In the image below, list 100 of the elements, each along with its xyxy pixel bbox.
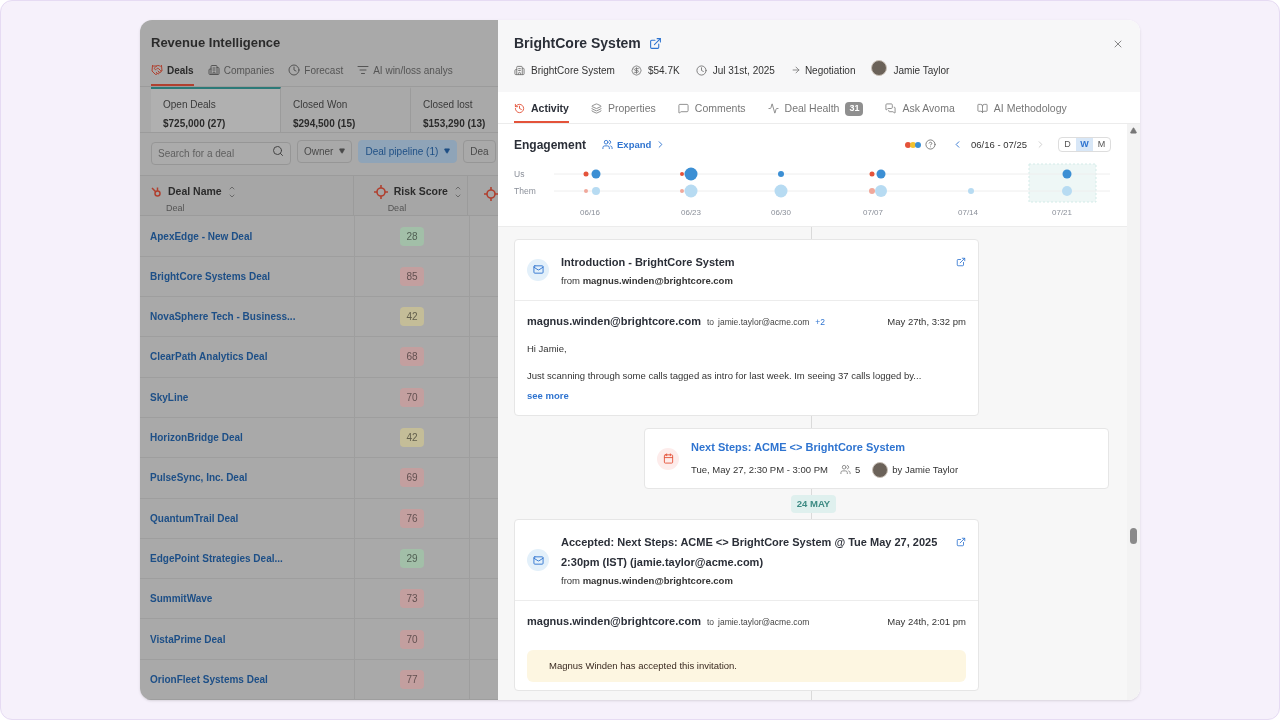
target-icon (484, 186, 498, 201)
period-toggle[interactable]: D (1059, 138, 1076, 152)
period-toggle[interactable]: M (1093, 138, 1110, 152)
email-from: from magnus.winden@brightcore.com (561, 273, 734, 288)
date-label: 06/30 (771, 207, 791, 217)
tab-icon (151, 64, 163, 76)
stat-value: $294,500 (15) (293, 116, 357, 131)
deal-link[interactable]: BrightCore Systems Deal (150, 268, 271, 284)
deal-link[interactable]: EdgePoint Strategies Deal... (150, 550, 283, 566)
stat-label: Closed Won (293, 97, 349, 112)
column-subtitle: Deal (165, 201, 186, 215)
filter-dropdown[interactable]: Deal pipeline (1) (358, 139, 458, 163)
tab-icon (767, 103, 779, 115)
email-time: May 27th, 3:32 pm (887, 315, 966, 329)
date-label: 07/07 (863, 207, 883, 217)
email-text: Hi Jamie, (527, 341, 568, 356)
open-external-icon[interactable] (648, 37, 662, 50)
panel-tab[interactable]: Deal Health 31 (767, 101, 864, 123)
risk-score: 69 (400, 468, 424, 488)
app-title: Revenue Intelligence (150, 34, 282, 52)
search-icon (272, 144, 284, 157)
deal-link[interactable]: ClearPath Analytics Deal (150, 349, 268, 365)
panel-tab[interactable]: Ask Avoma (885, 101, 955, 123)
more-recipients[interactable]: +2 (815, 316, 825, 329)
nav-tab[interactable]: AI win/loss analys (357, 62, 453, 86)
risk-score: 29 (400, 548, 424, 568)
tab-icon (357, 64, 370, 76)
deal-link[interactable]: ApexEdge - New Deal (150, 228, 253, 244)
panel-tab[interactable]: Properties (590, 101, 656, 123)
expand-button[interactable]: Expand (602, 137, 667, 152)
close-date: Jul 31st, 2025 (712, 63, 775, 78)
hub-icon (150, 185, 162, 198)
tab-icon (976, 103, 988, 115)
target-icon (373, 184, 388, 199)
meeting-time: Tue, May 27, 2:30 PM - 3:00 PM (691, 462, 828, 477)
see-more-link[interactable]: see more (527, 389, 966, 404)
date-label: 06/23 (681, 207, 701, 217)
period-toggle[interactable]: W (1076, 138, 1093, 152)
deal-link[interactable]: SummitWave (150, 591, 213, 607)
stat-card[interactable]: Open Deals $725,000 (27) (151, 86, 281, 132)
section-title: Engagement (514, 136, 586, 154)
email-subject: Accepted: Next Steps: ACME <> BrightCore System @ Tue May 27, 2025 2:30pm (IST) (jamie.taylor@acme.com) (561, 535, 939, 570)
meeting-title[interactable]: Next Steps: ACME <> BrightCore System (691, 439, 959, 456)
open-external-icon[interactable] (956, 537, 966, 547)
panel-tab[interactable]: Comments (677, 101, 746, 123)
deal-link[interactable]: OrionFleet Systems Deal (150, 671, 268, 687)
deal-link[interactable]: PulseSync, Inc. Deal (150, 470, 248, 486)
tab-icon (514, 103, 525, 115)
sender-address: magnus.winden@brightcore.com (527, 314, 701, 329)
avatar (872, 461, 889, 478)
date-label: 06/16 (580, 207, 600, 217)
date-label: 07/21 (1052, 207, 1072, 217)
attendee-count: 5 (854, 462, 861, 477)
scroll-thumb[interactable] (1130, 527, 1137, 544)
people-icon (602, 139, 613, 151)
recipient-address: jamie.taylor@acme.com (718, 316, 810, 329)
search-field[interactable]: Search for a deal (151, 141, 291, 165)
mail-icon (527, 549, 549, 572)
deal-stage: Negotiation (804, 63, 856, 78)
risk-score: 76 (400, 508, 424, 528)
to-label: to (706, 316, 714, 329)
stat-label: Closed lost (423, 97, 474, 112)
building-icon (514, 64, 525, 76)
deal-link[interactable]: SkyLine (150, 389, 189, 405)
email-time: May 24th, 2:01 pm (887, 615, 966, 630)
stat-card[interactable]: Closed Won $294,500 (15) (281, 86, 411, 132)
open-external-icon[interactable] (956, 256, 966, 267)
panel-tab[interactable]: AI Methodology (976, 101, 1067, 123)
email-subject: Introduction - BrightCore System (561, 254, 735, 270)
filter-dropdown[interactable]: Dea (463, 139, 496, 163)
nav-tab[interactable]: Forecast (288, 62, 344, 86)
deal-amount: $54.7K (647, 63, 680, 78)
row-label: Them (514, 185, 536, 196)
count-badge: 31 (845, 102, 864, 116)
deal-link[interactable]: QuantumTrail Deal (150, 510, 239, 526)
deal-title: BrightCore System (514, 34, 641, 53)
clock-icon (695, 64, 707, 76)
risk-score: 42 (400, 307, 424, 327)
column-title: Risk Score (393, 184, 448, 200)
risk-score: 73 (400, 589, 424, 609)
panel-tab[interactable]: Activity (514, 101, 569, 123)
nav-tab[interactable]: Companies (207, 62, 275, 86)
deal-link[interactable]: HorizonBridge Deal (150, 430, 243, 446)
risk-score: 70 (400, 629, 424, 649)
date-label: 07/14 (958, 207, 978, 217)
row-label: Us (514, 168, 525, 179)
scroll-up-icon[interactable] (1130, 126, 1137, 134)
stat-value: $725,000 (27) (163, 116, 227, 131)
filter-dropdown[interactable]: Owner (297, 139, 353, 163)
help-icon[interactable] (925, 139, 936, 151)
stat-label: Open Deals (163, 97, 217, 112)
email-from: from magnus.winden@brightcore.com (561, 574, 734, 588)
deal-link[interactable]: NovaSphere Tech - Business... (150, 309, 296, 325)
legend-dots-icon (905, 141, 921, 148)
nav-tab[interactable]: Deals (151, 62, 194, 86)
company-name: BrightCore System (531, 63, 615, 78)
organizer: by Jamie Taylor (892, 462, 959, 477)
risk-score: 77 (400, 669, 424, 689)
deal-link[interactable]: VistaPrime Deal (150, 631, 226, 647)
mail-icon (527, 258, 549, 281)
